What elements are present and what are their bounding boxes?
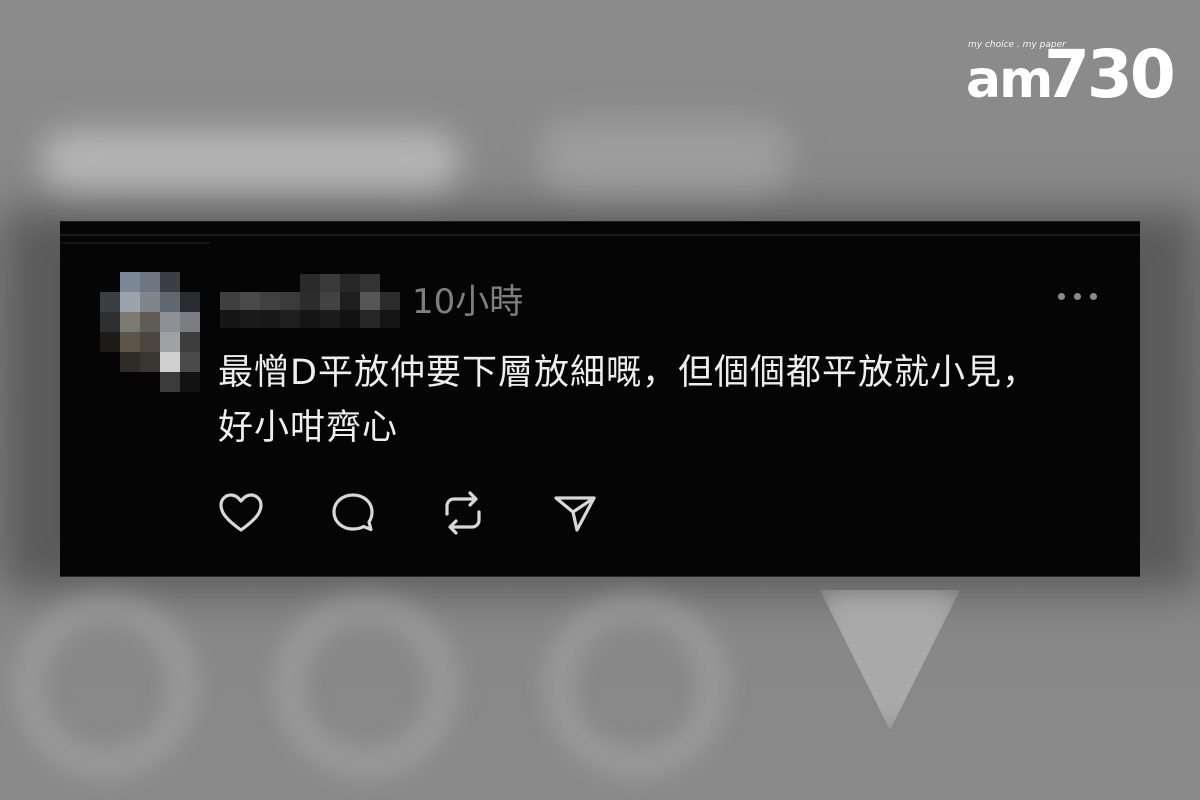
comment-icon (332, 493, 374, 532)
divider (60, 242, 210, 244)
share-icon (554, 496, 596, 532)
post-text-line: 最憎D平放仲要下層放細嘅，但個個都平放就小見， (218, 353, 1038, 393)
logo-am: am (966, 50, 1053, 110)
comment-button[interactable] (329, 490, 377, 536)
repost-icon (445, 491, 481, 535)
share-button[interactable] (551, 490, 599, 536)
heart-icon (219, 493, 263, 532)
divider (60, 234, 1140, 236)
repost-button[interactable] (439, 490, 487, 536)
logo-number: 730 (1044, 36, 1176, 113)
username[interactable] (220, 274, 400, 330)
post-actions (215, 490, 615, 536)
am730-logo: my choice . my paper am 730 (966, 40, 1176, 110)
post-timestamp: 10小時 (412, 282, 524, 322)
post-card: 10小時 最憎D平放仲要下層放細嘅，但個個都平放就小見， 好小咁齊心 (60, 221, 1140, 577)
more-options-button[interactable] (1056, 288, 1100, 304)
avatar[interactable] (100, 272, 200, 392)
like-button[interactable] (217, 490, 265, 536)
post-text: 最憎D平放仲要下層放細嘅，但個個都平放就小見， 好小咁齊心 (218, 346, 1118, 456)
post-text-line: 好小咁齊心 (218, 408, 399, 448)
